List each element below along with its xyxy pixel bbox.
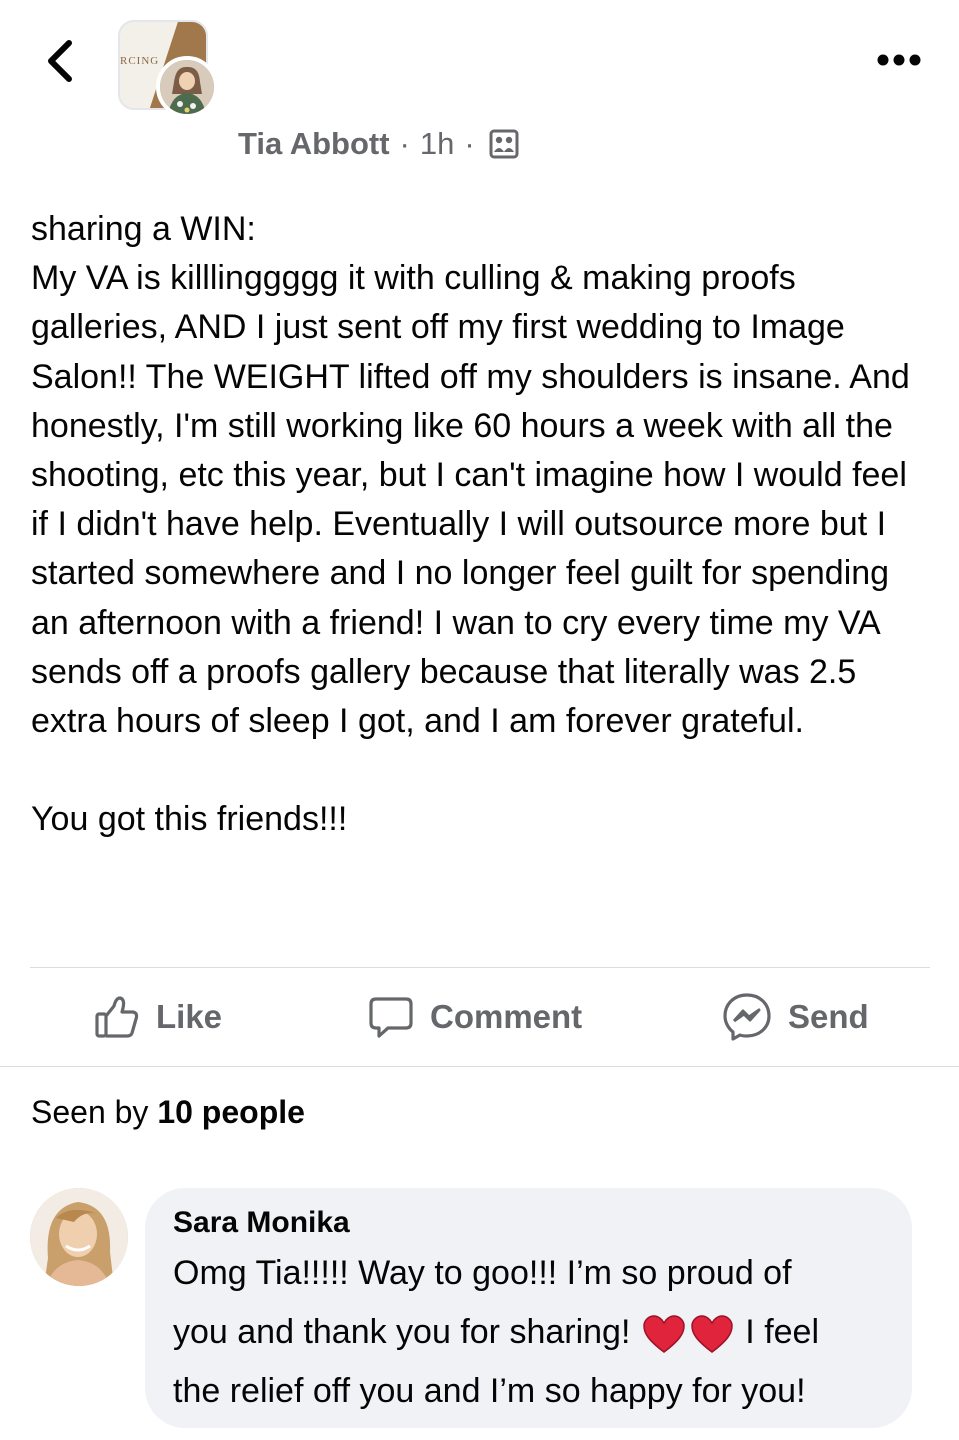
author-name[interactable]: Tia Abbott [238, 126, 390, 162]
commenter-avatar[interactable] [30, 1188, 128, 1286]
send-button[interactable]: Send [722, 990, 869, 1044]
thumbs-up-icon [95, 996, 139, 1038]
seen-by-count: 10 people [157, 1094, 305, 1130]
comment-bubble[interactable]: Sara Monika Omg Tia!!!!! Way to goo!!! I… [145, 1188, 912, 1428]
author-photo [160, 60, 214, 114]
post-meta: Tia Abbott · 1h · [238, 124, 519, 164]
messenger-icon [723, 993, 771, 1041]
more-options-button[interactable] [869, 42, 929, 78]
author-avatar[interactable] [156, 56, 218, 118]
chevron-left-icon [48, 40, 72, 82]
heart-icon [643, 1315, 685, 1353]
divider [0, 1066, 959, 1067]
comment-line: you and thank you for sharing! [173, 1313, 640, 1351]
meta-separator: · [464, 126, 475, 161]
comment-line: the relief off you and I’m so happy for … [173, 1372, 806, 1410]
seen-by[interactable]: Seen by 10 people [31, 1094, 305, 1131]
heart-icon [691, 1315, 733, 1353]
comment-text: Omg Tia!!!!! Way to goo!!! I’m so proud … [173, 1244, 884, 1421]
like-label: Like [156, 998, 223, 1035]
post-time[interactable]: 1h [420, 126, 454, 162]
post-actions: Like Comment Send [0, 968, 959, 1066]
post-header: RCING Tia Abbott · 1h · [0, 0, 959, 190]
comment-label: Comment [430, 998, 583, 1035]
comment-line: Omg Tia!!!!! Way to goo!!! I’m so proud … [173, 1254, 792, 1292]
commenter-name[interactable]: Sara Monika [173, 1206, 884, 1240]
more-dots-icon [877, 54, 921, 66]
comment-button[interactable]: Comment [368, 990, 582, 1044]
comment-line: I feel [735, 1313, 820, 1351]
commenter-photo [30, 1188, 128, 1286]
back-button[interactable] [38, 36, 82, 86]
meta-separator: · [399, 126, 410, 161]
seen-by-prefix: Seen by [31, 1094, 158, 1130]
comment-bubble-icon [369, 997, 413, 1038]
post-text: sharing a WIN: My VA is killlinggggg it … [31, 210, 910, 839]
group-members-icon [489, 129, 519, 159]
send-label: Send [788, 998, 869, 1035]
like-button[interactable]: Like [94, 990, 222, 1044]
group-logo-text: RCING [120, 55, 160, 67]
